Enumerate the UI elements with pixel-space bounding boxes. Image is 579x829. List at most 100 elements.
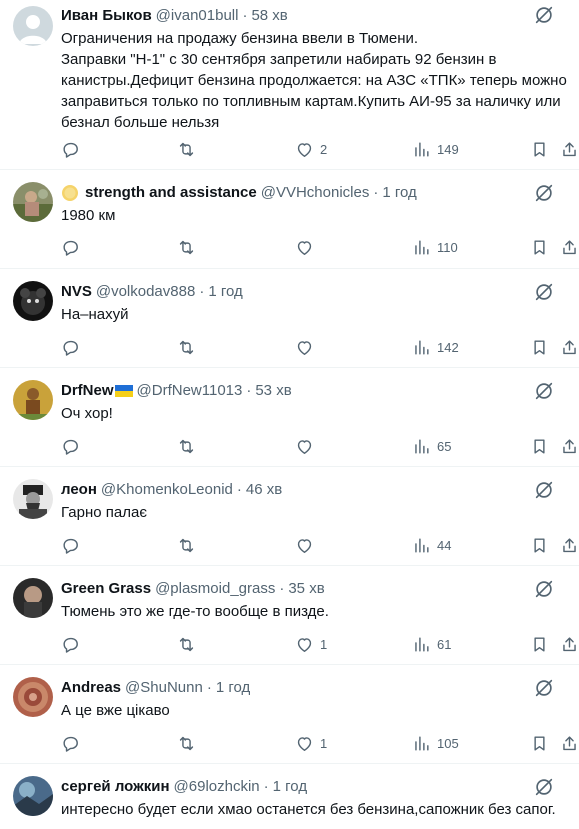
repost-button[interactable]: [177, 336, 196, 358]
heart-icon: [295, 536, 314, 555]
author-name[interactable]: DrfNew: [61, 381, 114, 401]
grok-icon[interactable]: [533, 578, 555, 600]
reply-button[interactable]: [61, 336, 80, 358]
grok-icon[interactable]: [533, 380, 555, 402]
repost-icon: [177, 140, 196, 159]
post-time[interactable]: 1 год: [273, 777, 307, 797]
post-2[interactable]: NVS @volkodav888 · 1 год На–нахуй 142: [0, 270, 579, 368]
author-name[interactable]: Green Grass: [61, 579, 151, 599]
author-name[interactable]: сергей ложкин: [61, 777, 170, 797]
avatar[interactable]: [13, 578, 53, 618]
views-button[interactable]: 110: [412, 236, 458, 258]
repost-button[interactable]: [177, 732, 196, 754]
bookmark-icon: [530, 635, 549, 654]
share-button[interactable]: [560, 534, 579, 556]
like-button[interactable]: [295, 534, 320, 556]
like-button[interactable]: 2: [295, 138, 327, 160]
views-button[interactable]: 61: [412, 633, 451, 655]
author-handle[interactable]: @volkodav888: [96, 282, 195, 302]
avatar[interactable]: [13, 479, 53, 519]
grok-icon[interactable]: [533, 182, 555, 204]
post-time[interactable]: 1 год: [216, 678, 250, 698]
avatar[interactable]: [13, 776, 53, 816]
bookmark-button[interactable]: [530, 633, 549, 655]
author-name[interactable]: леон: [61, 480, 97, 500]
bookmark-button[interactable]: [530, 236, 549, 258]
author-handle[interactable]: @ShuNunn: [125, 678, 203, 698]
views-button[interactable]: 44: [412, 534, 451, 556]
avatar[interactable]: [13, 6, 53, 46]
like-button[interactable]: 1: [295, 732, 327, 754]
avatar[interactable]: [13, 677, 53, 717]
avatar[interactable]: [13, 281, 53, 321]
post-5[interactable]: Green Grass @plasmoid_grass · 35 хв Тюме…: [0, 567, 579, 665]
post-text: На–нахуй: [61, 306, 129, 323]
post-time[interactable]: 35 хв: [288, 579, 324, 599]
author-handle[interactable]: @plasmoid_grass: [155, 579, 275, 599]
share-button[interactable]: [560, 336, 579, 358]
author-name[interactable]: strength and assistance: [85, 183, 257, 203]
reply-button[interactable]: [61, 435, 80, 457]
reply-button[interactable]: [61, 633, 80, 655]
post-time[interactable]: 58 хв: [251, 6, 287, 26]
post-time[interactable]: 53 хв: [255, 381, 291, 401]
author-handle[interactable]: @VVHchonicles: [261, 183, 370, 203]
post-0[interactable]: Иван Быков @ivan01bull · 58 хв Ограничен…: [0, 0, 579, 170]
like-count: 1: [320, 636, 328, 652]
repost-button[interactable]: [177, 435, 196, 457]
views-button[interactable]: 149: [412, 138, 459, 160]
post-time[interactable]: 1 год: [382, 183, 416, 203]
avatar[interactable]: [13, 182, 53, 222]
repost-button[interactable]: [177, 633, 196, 655]
reply-button[interactable]: [61, 138, 80, 160]
bookmark-button[interactable]: [530, 435, 549, 457]
like-button[interactable]: [295, 336, 320, 358]
views-button[interactable]: 142: [412, 336, 459, 358]
views-icon: [412, 635, 431, 654]
reply-button[interactable]: [61, 236, 80, 258]
reply-button[interactable]: [61, 534, 80, 556]
post-6[interactable]: Andreas @ShuNunn · 1 год А це вже цікаво…: [0, 666, 579, 764]
share-button[interactable]: [560, 435, 579, 457]
post-7[interactable]: сергей ложкин @69lozhckin · 1 год интере…: [0, 765, 579, 829]
separator-dot: ·: [373, 184, 379, 201]
author-handle[interactable]: @69lozhckin: [174, 777, 260, 797]
repost-button[interactable]: [177, 236, 196, 258]
post-4[interactable]: леон @KhomenkoLeonid · 46 хв Гарно палає…: [0, 468, 579, 566]
reply-button[interactable]: [61, 732, 80, 754]
separator-dot: ·: [263, 778, 269, 795]
grok-icon[interactable]: [533, 776, 555, 798]
share-button[interactable]: [560, 732, 579, 754]
views-button[interactable]: 65: [412, 435, 451, 457]
author-handle[interactable]: @KhomenkoLeonid: [101, 480, 233, 500]
grok-icon[interactable]: [533, 677, 555, 699]
repost-button[interactable]: [177, 534, 196, 556]
heart-icon: [295, 338, 314, 357]
author-name[interactable]: Иван Быков: [61, 6, 152, 26]
share-button[interactable]: [560, 236, 579, 258]
bookmark-icon: [530, 437, 549, 456]
bookmark-button[interactable]: [530, 732, 549, 754]
post-1[interactable]: strength and assistance @VVHchonicles · …: [0, 171, 579, 269]
like-button[interactable]: [295, 435, 320, 457]
author-name[interactable]: Andreas: [61, 678, 121, 698]
grok-icon[interactable]: [533, 281, 555, 303]
share-button[interactable]: [560, 138, 579, 160]
bookmark-button[interactable]: [530, 534, 549, 556]
like-button[interactable]: 1: [295, 633, 327, 655]
author-name[interactable]: NVS: [61, 282, 92, 302]
share-button[interactable]: [560, 633, 579, 655]
bookmark-button[interactable]: [530, 138, 549, 160]
like-button[interactable]: [295, 236, 320, 258]
avatar[interactable]: [13, 380, 53, 420]
grok-icon[interactable]: [533, 4, 555, 26]
views-button[interactable]: 105: [412, 732, 459, 754]
bookmark-button[interactable]: [530, 336, 549, 358]
post-3[interactable]: DrfNew @DrfNew11013 · 53 хв Оч хор! 65: [0, 369, 579, 467]
author-handle[interactable]: @DrfNew11013: [137, 381, 243, 401]
author-handle[interactable]: @ivan01bull: [156, 6, 239, 26]
repost-button[interactable]: [177, 138, 196, 160]
post-time[interactable]: 1 год: [208, 282, 242, 302]
post-time[interactable]: 46 хв: [246, 480, 282, 500]
grok-icon[interactable]: [533, 479, 555, 501]
